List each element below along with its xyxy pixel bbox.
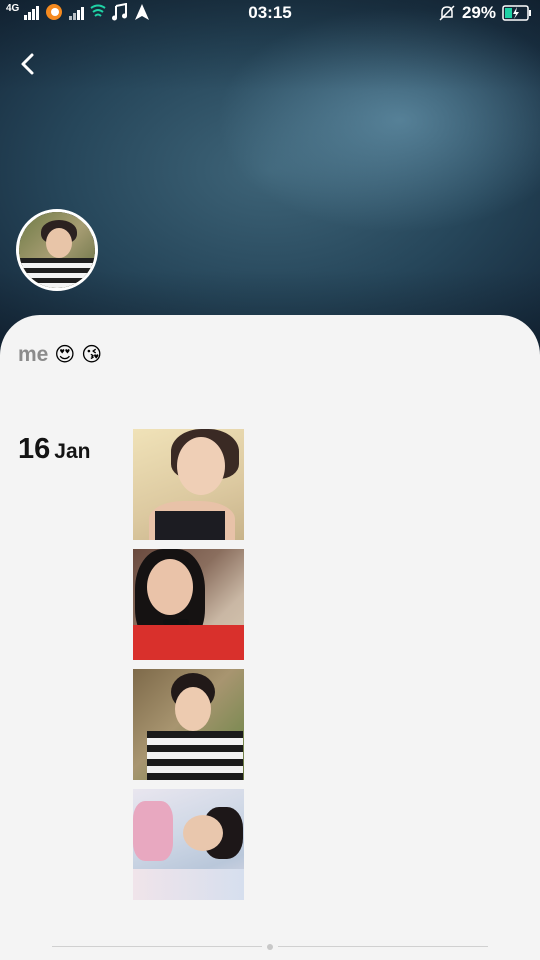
post-date: 16 Jan xyxy=(18,433,90,466)
battery-percent: 29% xyxy=(461,3,496,22)
chevron-left-icon xyxy=(21,53,34,75)
photo-selfie-red-top[interactable] xyxy=(133,549,244,660)
cover-photo xyxy=(0,0,540,360)
heart-eyes-emoji: 😍 xyxy=(54,344,76,366)
content-card: me 😍 😘 16 Jan xyxy=(0,315,540,960)
profile-screen: 4G 03:15 29% me 😍 😘 16 Jan xyxy=(0,0,540,960)
bottom-divider-dot xyxy=(267,944,273,950)
profile-title: me xyxy=(18,343,49,366)
photo-selfie-lying-down[interactable] xyxy=(133,789,244,900)
date-day: 16 xyxy=(18,433,51,465)
photo-selfie-striped-shirt[interactable] xyxy=(133,669,244,780)
date-month: Jan xyxy=(54,440,91,463)
status-bar: 4G 03:15 29% xyxy=(0,0,540,28)
photo-selfie-black-top[interactable] xyxy=(133,429,244,540)
kiss-emoji: 😘 xyxy=(81,344,103,366)
bottom-divider-right xyxy=(278,946,488,947)
bottom-divider-left xyxy=(52,946,262,947)
avatar[interactable] xyxy=(16,209,98,291)
back-button[interactable] xyxy=(10,46,46,82)
profile-title-row: me 😍 😘 xyxy=(18,343,102,367)
mute-bell-icon xyxy=(439,5,455,21)
battery-charging-icon xyxy=(502,5,531,21)
